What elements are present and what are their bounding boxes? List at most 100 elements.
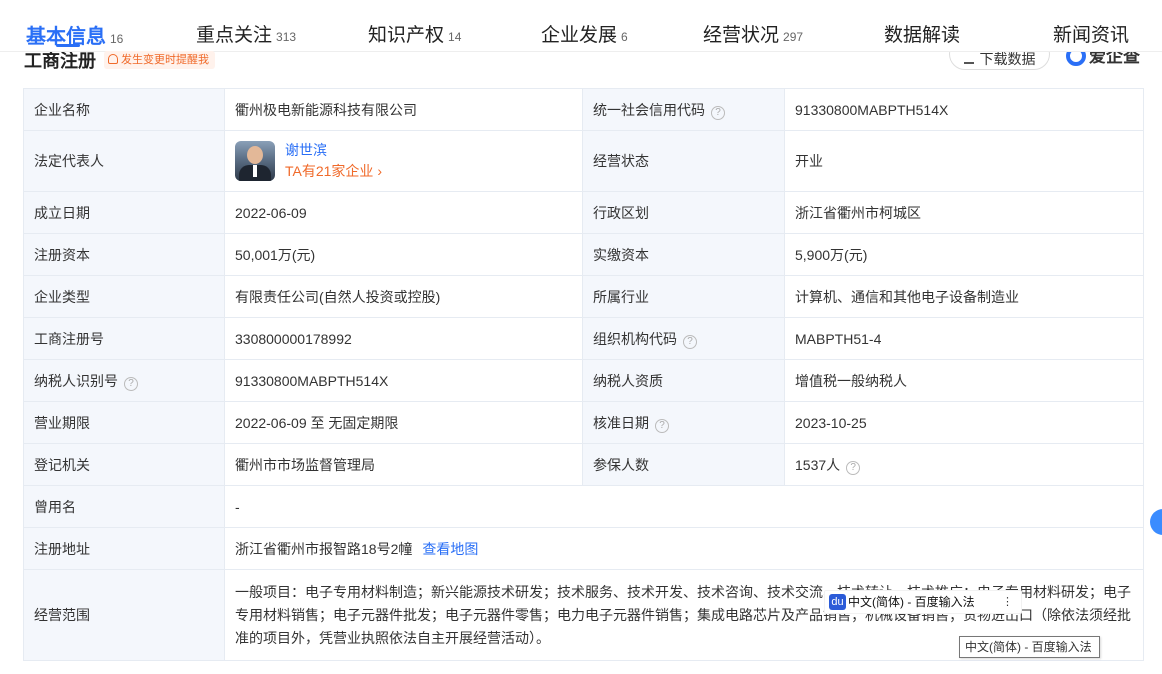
address-cell: 浙江省衢州市报智路18号2幢 查看地图 — [224, 527, 1144, 570]
insured-count: 1537人 — [795, 456, 841, 473]
related-companies-label: TA有21家企业 — [285, 163, 374, 179]
table-row: 企业名称 衢州极电新能源科技有限公司 统一社会信用代码? 91330800MAB… — [23, 88, 1144, 131]
help-icon[interactable]: ? — [683, 334, 697, 349]
business-registration-table: 企业名称 衢州极电新能源科技有限公司 统一社会信用代码? 91330800MAB… — [23, 88, 1144, 661]
field-value: 91330800MABPTH514X — [224, 359, 583, 402]
field-value: 5,900万(元) — [784, 233, 1144, 276]
table-row: 曾用名 - — [23, 485, 1144, 528]
key-label: 核准日期 — [593, 414, 649, 431]
field-value: 2022-06-09 — [224, 191, 583, 234]
tab-label: 企业发展 — [541, 25, 618, 46]
business-status: 开业 — [784, 130, 1144, 192]
active-tab-indicator — [56, 44, 80, 47]
tab-count: 6 — [621, 30, 628, 44]
legal-rep-cell: 谢世滨 TA有21家企业 › — [224, 130, 583, 192]
field-key: 成立日期 — [23, 191, 225, 234]
field-key: 行政区划 — [582, 191, 785, 234]
registered-address: 浙江省衢州市报智路18号2幢 — [235, 540, 413, 557]
ime-toggle-icon[interactable]: ⋮ — [1002, 591, 1013, 613]
field-key: 纳税人资质 — [582, 359, 785, 402]
field-value: 50,001万(元) — [224, 233, 583, 276]
tab-data-insight[interactable]: 数据解读 — [884, 20, 960, 47]
tab-development[interactable]: 企业发展 6 — [541, 20, 628, 47]
field-key: 登记机关 — [23, 443, 225, 486]
view-map-link[interactable]: 查看地图 — [422, 541, 478, 557]
download-icon — [963, 54, 974, 64]
change-alert-button[interactable]: 发生变更时提醒我 — [104, 51, 215, 69]
tab-label: 新闻资讯 — [1053, 25, 1130, 46]
field-value: 衢州市市场监督管理局 — [224, 443, 583, 486]
company-name: 衢州极电新能源科技有限公司 — [224, 88, 583, 131]
tab-key-focus[interactable]: 重点关注 313 — [196, 20, 296, 47]
tab-label: 数据解读 — [884, 25, 961, 46]
field-key: 注册资本 — [23, 233, 225, 276]
avatar[interactable] — [235, 141, 275, 181]
help-icon[interactable]: ? — [846, 460, 861, 475]
tab-ip[interactable]: 知识产权 14 — [368, 20, 461, 47]
key-label: 组织机构代码 — [593, 330, 677, 347]
table-row: 成立日期 2022-06-09 行政区划 浙江省衢州市柯城区 — [23, 191, 1144, 234]
field-key: 组织机构代码? — [582, 317, 785, 360]
tab-label: 知识产权 — [368, 25, 445, 46]
tab-count: 16 — [110, 32, 124, 46]
tab-count: 313 — [276, 30, 297, 44]
field-value: 计算机、通信和其他电子设备制造业 — [784, 275, 1144, 318]
field-value: MABPTH51-4 — [784, 317, 1144, 360]
field-key: 参保人数 — [582, 443, 785, 486]
field-value: 2023-10-25 — [784, 401, 1144, 444]
chevron-right-icon: › — [377, 163, 382, 179]
table-row: 登记机关 衢州市市场监督管理局 参保人数 1537人? — [23, 443, 1144, 486]
field-key: 企业名称 — [23, 88, 225, 131]
ime-tooltip: 中文(简体) - 百度输入法 — [959, 636, 1100, 658]
floating-side-button[interactable] — [1150, 509, 1162, 535]
field-value: - — [224, 485, 1144, 528]
tab-label: 经营状况 — [703, 25, 780, 46]
table-row: 企业类型 有限责任公司(自然人投资或控股) 所属行业 计算机、通信和其他电子设备… — [23, 275, 1144, 318]
credit-code: 91330800MABPTH514X — [784, 88, 1144, 131]
field-key: 所属行业 — [582, 275, 785, 318]
related-companies-link[interactable]: TA有21家企业 › — [285, 160, 382, 182]
table-row: 工商注册号 330800000178992 组织机构代码? MABPTH51-4 — [23, 317, 1144, 360]
alert-label: 发生变更时提醒我 — [121, 54, 209, 66]
field-key: 统一社会信用代码? — [582, 88, 785, 131]
tab-news[interactable]: 新闻资讯 — [1053, 20, 1129, 47]
bell-icon — [108, 54, 118, 64]
ime-label: 中文(简体) - 百度输入法 — [848, 595, 975, 609]
field-key: 曾用名 — [23, 485, 225, 528]
tab-operations[interactable]: 经营状况 297 — [703, 20, 803, 47]
key-label: 统一社会信用代码 — [593, 101, 705, 118]
help-icon[interactable]: ? — [711, 105, 725, 120]
download-label: 下载数据 — [979, 51, 1036, 67]
field-value: 增值税一般纳税人 — [784, 359, 1144, 402]
tab-bar: 基本信息 16 重点关注 313 知识产权 14 企业发展 6 经营状况 297 数据解读… — [0, 0, 1162, 52]
baidu-ime-icon: du — [829, 594, 846, 610]
help-icon[interactable]: ? — [124, 376, 138, 391]
field-key: 法定代表人 — [23, 130, 225, 192]
field-key: 注册地址 — [23, 527, 225, 570]
table-row: 注册地址 浙江省衢州市报智路18号2幢 查看地图 — [23, 527, 1144, 570]
table-row: 纳税人识别号? 91330800MABPTH514X 纳税人资质 增值税一般纳税… — [23, 359, 1144, 402]
help-icon[interactable]: ? — [655, 418, 669, 433]
field-key: 纳税人识别号? — [23, 359, 225, 402]
field-value: 浙江省衢州市柯城区 — [784, 191, 1144, 234]
field-key: 工商注册号 — [23, 317, 225, 360]
field-value: 1537人? — [784, 443, 1144, 486]
field-key: 实缴资本 — [582, 233, 785, 276]
tab-label: 重点关注 — [196, 25, 273, 46]
field-key: 企业类型 — [23, 275, 225, 318]
table-row: 营业期限 2022-06-09 至 无固定期限 核准日期? 2023-10-25 — [23, 401, 1144, 444]
tab-count: 14 — [448, 30, 462, 44]
ime-status-bar[interactable]: du 中文(简体) - 百度输入法 ⋮ — [824, 590, 1022, 614]
key-label: 纳税人识别号 — [34, 372, 118, 389]
legal-rep-link[interactable]: 谢世滨 — [285, 140, 382, 160]
field-value: 有限责任公司(自然人投资或控股) — [224, 275, 583, 318]
field-value: 2022-06-09 至 无固定期限 — [224, 401, 583, 444]
field-value: 330800000178992 — [224, 317, 583, 360]
field-key: 经营范围 — [23, 569, 225, 661]
field-key: 经营状态 — [582, 130, 785, 192]
table-row: 法定代表人 谢世滨 TA有21家企业 › 经营状态 开业 — [23, 130, 1144, 192]
field-key: 核准日期? — [582, 401, 785, 444]
tab-count: 297 — [783, 30, 804, 44]
table-row: 注册资本 50,001万(元) 实缴资本 5,900万(元) — [23, 233, 1144, 276]
field-key: 营业期限 — [23, 401, 225, 444]
